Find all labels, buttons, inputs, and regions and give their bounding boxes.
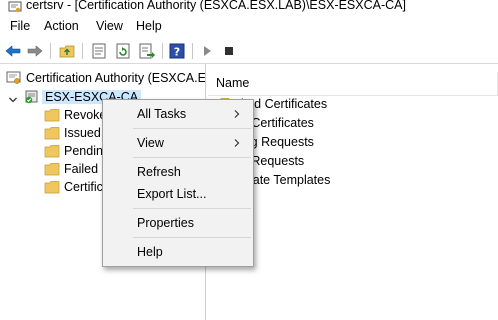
menu-item-label: All Tasks — [137, 107, 187, 121]
menu-item-label: Export List... — [137, 187, 207, 201]
menu-item-view[interactable]: View — [105, 132, 251, 154]
toolbar-separator — [82, 43, 83, 59]
certificate-authority-icon — [6, 71, 22, 85]
chevron-right-icon — [233, 137, 241, 147]
folder-icon — [44, 180, 60, 194]
svg-text:?: ? — [174, 46, 180, 59]
folder-icon — [44, 144, 60, 158]
menu-item-label: Help — [137, 245, 163, 259]
folder-icon — [44, 162, 60, 176]
menu-separator — [133, 237, 251, 238]
back-icon[interactable] — [4, 42, 22, 60]
tree-item-label: Certification Authority (ESXCA.ES — [26, 71, 206, 85]
menu-item-label: Properties — [137, 216, 194, 230]
menu-item-all-tasks[interactable]: All Tasks — [105, 103, 251, 125]
folder-icon — [44, 108, 60, 122]
menu-item-help[interactable]: Help — [105, 241, 251, 263]
refresh-icon[interactable] — [114, 42, 132, 60]
menu-file[interactable]: File — [8, 19, 32, 33]
menu-separator — [133, 208, 251, 209]
stop-service-icon[interactable] — [220, 42, 238, 60]
tree-item-label: Revoke — [64, 108, 107, 122]
list-header: Name — [208, 72, 498, 96]
context-menu: All Tasks View Refresh Export List... Pr… — [102, 99, 254, 267]
help-icon[interactable]: ? — [168, 42, 186, 60]
menu-item-refresh[interactable]: Refresh — [105, 161, 251, 183]
ca-server-icon — [24, 90, 40, 104]
chevron-down-icon[interactable] — [8, 94, 18, 104]
chevron-right-icon — [233, 108, 241, 118]
menu-item-label: Refresh — [137, 165, 181, 179]
title-bar: certsrv - [Certification Authority (ESXC… — [0, 0, 498, 16]
menu-separator — [133, 157, 251, 158]
tree-item-label: Issued — [64, 126, 101, 140]
toolbar-separator — [192, 43, 193, 59]
tree-item-label: Certific — [64, 180, 103, 194]
menu-bar: File Action View Help — [0, 16, 498, 38]
start-service-icon[interactable] — [198, 42, 216, 60]
menu-view[interactable]: View — [94, 19, 125, 33]
properties-icon[interactable] — [90, 42, 108, 60]
export-list-icon[interactable] — [138, 42, 156, 60]
column-header-name[interactable]: Name — [216, 76, 249, 90]
menu-item-label: View — [137, 136, 164, 150]
menu-item-export-list[interactable]: Export List... — [105, 183, 251, 205]
tree-item-label: Pendin — [64, 144, 103, 158]
tree-item-label: Failed I — [64, 162, 105, 176]
forward-icon[interactable] — [26, 42, 44, 60]
menu-help[interactable]: Help — [134, 19, 164, 33]
toolbar-separator — [50, 43, 51, 59]
up-folder-icon[interactable] — [58, 42, 76, 60]
toolbar-separator — [162, 43, 163, 59]
menu-item-properties[interactable]: Properties — [105, 212, 251, 234]
folder-icon — [44, 126, 60, 140]
toolbar: ? — [0, 38, 498, 64]
menu-separator — [133, 128, 251, 129]
tree-item-certification-authority[interactable]: Certification Authority (ESXCA.ES — [6, 70, 206, 88]
window-title: certsrv - [Certification Authority (ESXC… — [26, 0, 406, 12]
menu-action[interactable]: Action — [42, 19, 81, 33]
certsrv-app-icon — [8, 1, 22, 13]
